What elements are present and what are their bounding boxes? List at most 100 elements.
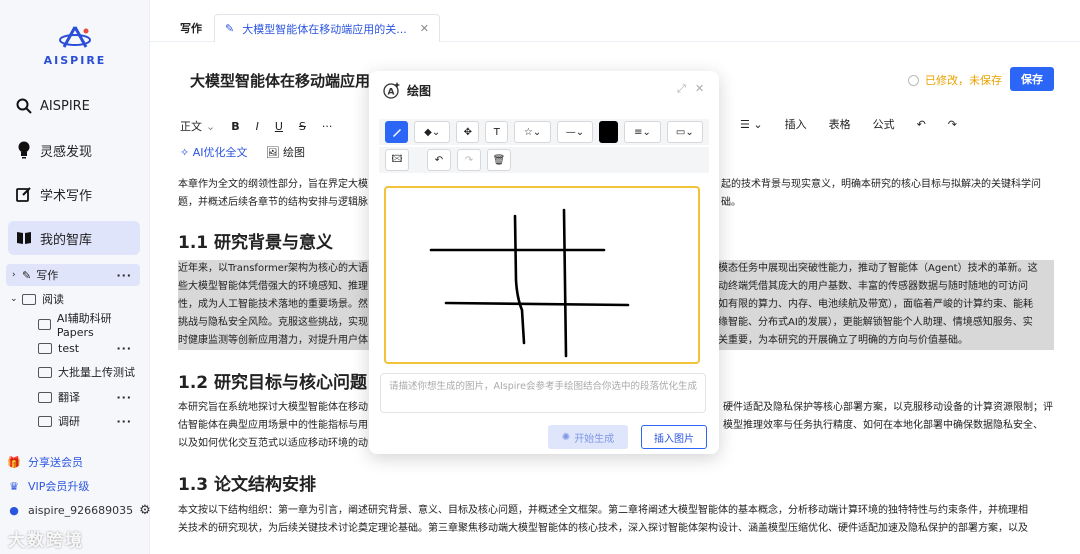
tab-document[interactable]: ✎ 大模型智能体在移动端应用的关... ✕ <box>214 14 440 42</box>
prompt-input[interactable]: 请描述你想生成的图片，AIspire会参考手绘图结合你选中的段落优化生成 <box>380 373 706 413</box>
drawing-canvas[interactable] <box>384 186 700 364</box>
undo-icon[interactable]: ↶ <box>427 149 451 171</box>
redo-icon[interactable]: ↷ <box>457 149 481 171</box>
text-line: 模型推理效率与任务执行精度、如何在本地化部署中确保数据隐私安全、 <box>723 420 1043 431</box>
tree-item-label: AI辅助科研Papers <box>56 311 112 339</box>
text-line: 本章作为全文的纲领性部分，旨在界定大模 <box>178 179 368 190</box>
username: aispire_926689035 <box>28 503 134 517</box>
logo-mark-icon <box>59 26 91 48</box>
pen-tool[interactable] <box>385 121 408 143</box>
app-logo[interactable]: AISPIRE <box>42 25 108 67</box>
close-icon[interactable]: ✕ <box>695 82 704 95</box>
bold-button[interactable]: B <box>231 120 239 133</box>
avatar: ● <box>9 503 19 517</box>
tree-item-folder[interactable]: 翻译 ··· <box>6 386 140 408</box>
tree-item-folder[interactable]: AI辅助科研Papers <box>6 312 140 339</box>
more-icon[interactable]: ··· <box>116 269 132 282</box>
chevron-down-icon: ⌄ <box>206 119 216 133</box>
strikethrough-button[interactable]: S <box>299 120 306 133</box>
nav-my-library[interactable]: 我的智库 <box>8 221 140 255</box>
tree-item-label: 阅读 <box>42 293 64 306</box>
document-title[interactable]: 大模型智能体在移动端应用的关 <box>190 70 370 91</box>
more-icon[interactable]: ··· <box>116 342 132 355</box>
eraser-tool[interactable]: ◆⌄ <box>414 121 451 143</box>
nav-label: AISPIRE <box>40 98 90 114</box>
drawing-toolbar: ◆⌄ ✥ T ☆⌄ —⌄ ≡⌄ ▭⌄ <box>379 119 709 145</box>
watermark-text: 大数跨境 <box>8 531 84 551</box>
folder-icon <box>38 342 52 354</box>
move-tool[interactable]: ✥ <box>456 121 480 143</box>
insert-image-button[interactable]: 插入图片 <box>641 425 707 449</box>
tree-item-label: 大批量上传测试 <box>58 366 135 379</box>
more-icon[interactable]: ··· <box>116 415 132 428</box>
paragraph-style-select[interactable]: 正文 <box>180 118 202 134</box>
more-icon[interactable]: ··· <box>116 391 132 404</box>
more-format-button[interactable]: ··· <box>322 120 333 133</box>
text-line: 时健康监测等创新应用潜力，对提升用户体 <box>178 335 368 346</box>
sidebar: AISPIRE AISPIRE 灵感发现 学术写作 我的智库 › ✎ 写作 ··… <box>0 0 151 554</box>
tree-item-reading[interactable]: ⌄ 阅读 <box>6 288 140 310</box>
tree-item-folder[interactable]: 大批量上传测试 <box>6 361 140 383</box>
search-icon <box>14 96 34 116</box>
stroke-width-tool[interactable]: ≡⌄ <box>624 121 661 143</box>
tab-label: 大模型智能体在移动端应用的关... <box>242 22 407 36</box>
trash-icon[interactable]: 🗑 <box>487 149 511 171</box>
share-label: 分享送会员 <box>28 456 83 469</box>
generate-button[interactable]: ✺ 开始生成 <box>548 425 628 449</box>
section-heading[interactable]: 1.2 研究目标与核心问题 <box>178 368 367 393</box>
ai-optimize-button[interactable]: ✧ AI优化全文 <box>180 144 248 160</box>
image-upload-tool[interactable]: 🖾 <box>385 149 409 171</box>
frame-tool[interactable]: ▭⌄ <box>666 121 703 143</box>
folder-icon <box>38 366 52 378</box>
nav-academic-writing[interactable]: 学术写作 <box>8 177 140 211</box>
close-icon[interactable]: ✕ <box>420 22 429 35</box>
drawing-toolbar-2: 🖾 ↶ ↷ 🗑 <box>379 147 709 173</box>
svg-text:A: A <box>388 88 395 98</box>
share-link[interactable]: 🎁 分享送会员 <box>6 454 83 470</box>
ai-toolbar: ✧ AI优化全文 🖼 绘图 <box>180 144 305 160</box>
formula-menu[interactable]: 公式 <box>873 116 895 132</box>
text-line: 关技术的研究现状，为后续关键技术讨论奠定理论基础。第三章聚焦移动端大模型智能体的… <box>178 523 1028 534</box>
book-icon <box>14 228 34 248</box>
text-line: 础。 <box>721 197 741 208</box>
tab-bar: 写作 ✎ 大模型智能体在移动端应用的关... ✕ <box>150 0 1080 42</box>
gift-icon: 🎁 <box>7 455 21 469</box>
logo-text: AISPIRE <box>43 54 107 67</box>
format-toolbar: 正文 ⌄ B I U S ··· <box>180 116 348 136</box>
save-button[interactable]: 保存 <box>1010 67 1054 91</box>
vip-upgrade-link[interactable]: ♛ VIP会员升级 <box>6 478 89 494</box>
expand-icon[interactable]: ⤢ <box>677 82 686 96</box>
edit-icon: ✎ <box>225 22 235 35</box>
nav-aispire[interactable]: AISPIRE <box>8 89 140 123</box>
generate-label: 开始生成 <box>574 433 615 445</box>
tree-item-folder[interactable]: 调研 ··· <box>6 410 140 432</box>
text-tool[interactable]: T <box>485 121 509 143</box>
section-heading[interactable]: 1.1 研究背景与意义 <box>178 228 333 253</box>
shape-tool[interactable]: ☆⌄ <box>514 121 551 143</box>
user-profile[interactable]: ● aispire_926689035 ⚙ <box>6 502 151 518</box>
text-line: 硬件适配及隐私保护等核心部署方案，以克服移动设备的计算资源限制；评 <box>723 402 1053 413</box>
text-line: 近年来，以Transformer架构为核心的大语 <box>178 263 369 274</box>
chevron-right-icon: › <box>12 270 16 280</box>
save-status-text: 已修改，未保存 <box>925 74 1002 87</box>
undo-icon[interactable]: ↶ <box>917 118 926 131</box>
nav-inspiration[interactable]: 灵感发现 <box>8 133 140 167</box>
redo-icon[interactable]: ↷ <box>948 118 957 131</box>
text-line: 本文按以下结构组织：第一章为引言，阐述研究背景、意义、目标及核心问题，并概述全文… <box>178 505 1028 516</box>
draw-button[interactable]: 🖼 绘图 <box>266 144 305 160</box>
color-picker[interactable] <box>599 121 619 143</box>
underline-button[interactable]: U <box>275 120 283 133</box>
tree-item-folder[interactable]: test ··· <box>6 337 140 359</box>
table-menu[interactable]: 表格 <box>829 116 851 132</box>
folder-icon <box>38 391 52 403</box>
line-style-tool[interactable]: —⌄ <box>556 121 594 143</box>
italic-button[interactable]: I <box>256 120 259 133</box>
section-heading[interactable]: 1.3 论文结构安排 <box>178 470 316 495</box>
tree-item-writing[interactable]: › ✎ 写作 ··· <box>6 264 140 286</box>
tab-writing[interactable]: 写作 <box>180 20 202 36</box>
align-icon[interactable]: ☰ ⌄ <box>740 118 763 131</box>
text-line: 至关重要，为本研究的开展确立了明确的方向与价值基础。 <box>708 335 968 346</box>
paragraph-structure[interactable]: 本文按以下结构组织：第一章为引言，阐述研究背景、意义、目标及核心问题，并概述全文… <box>178 502 1054 538</box>
sparkle-icon: ✺ <box>561 431 571 443</box>
insert-menu[interactable]: 插入 <box>785 116 807 132</box>
